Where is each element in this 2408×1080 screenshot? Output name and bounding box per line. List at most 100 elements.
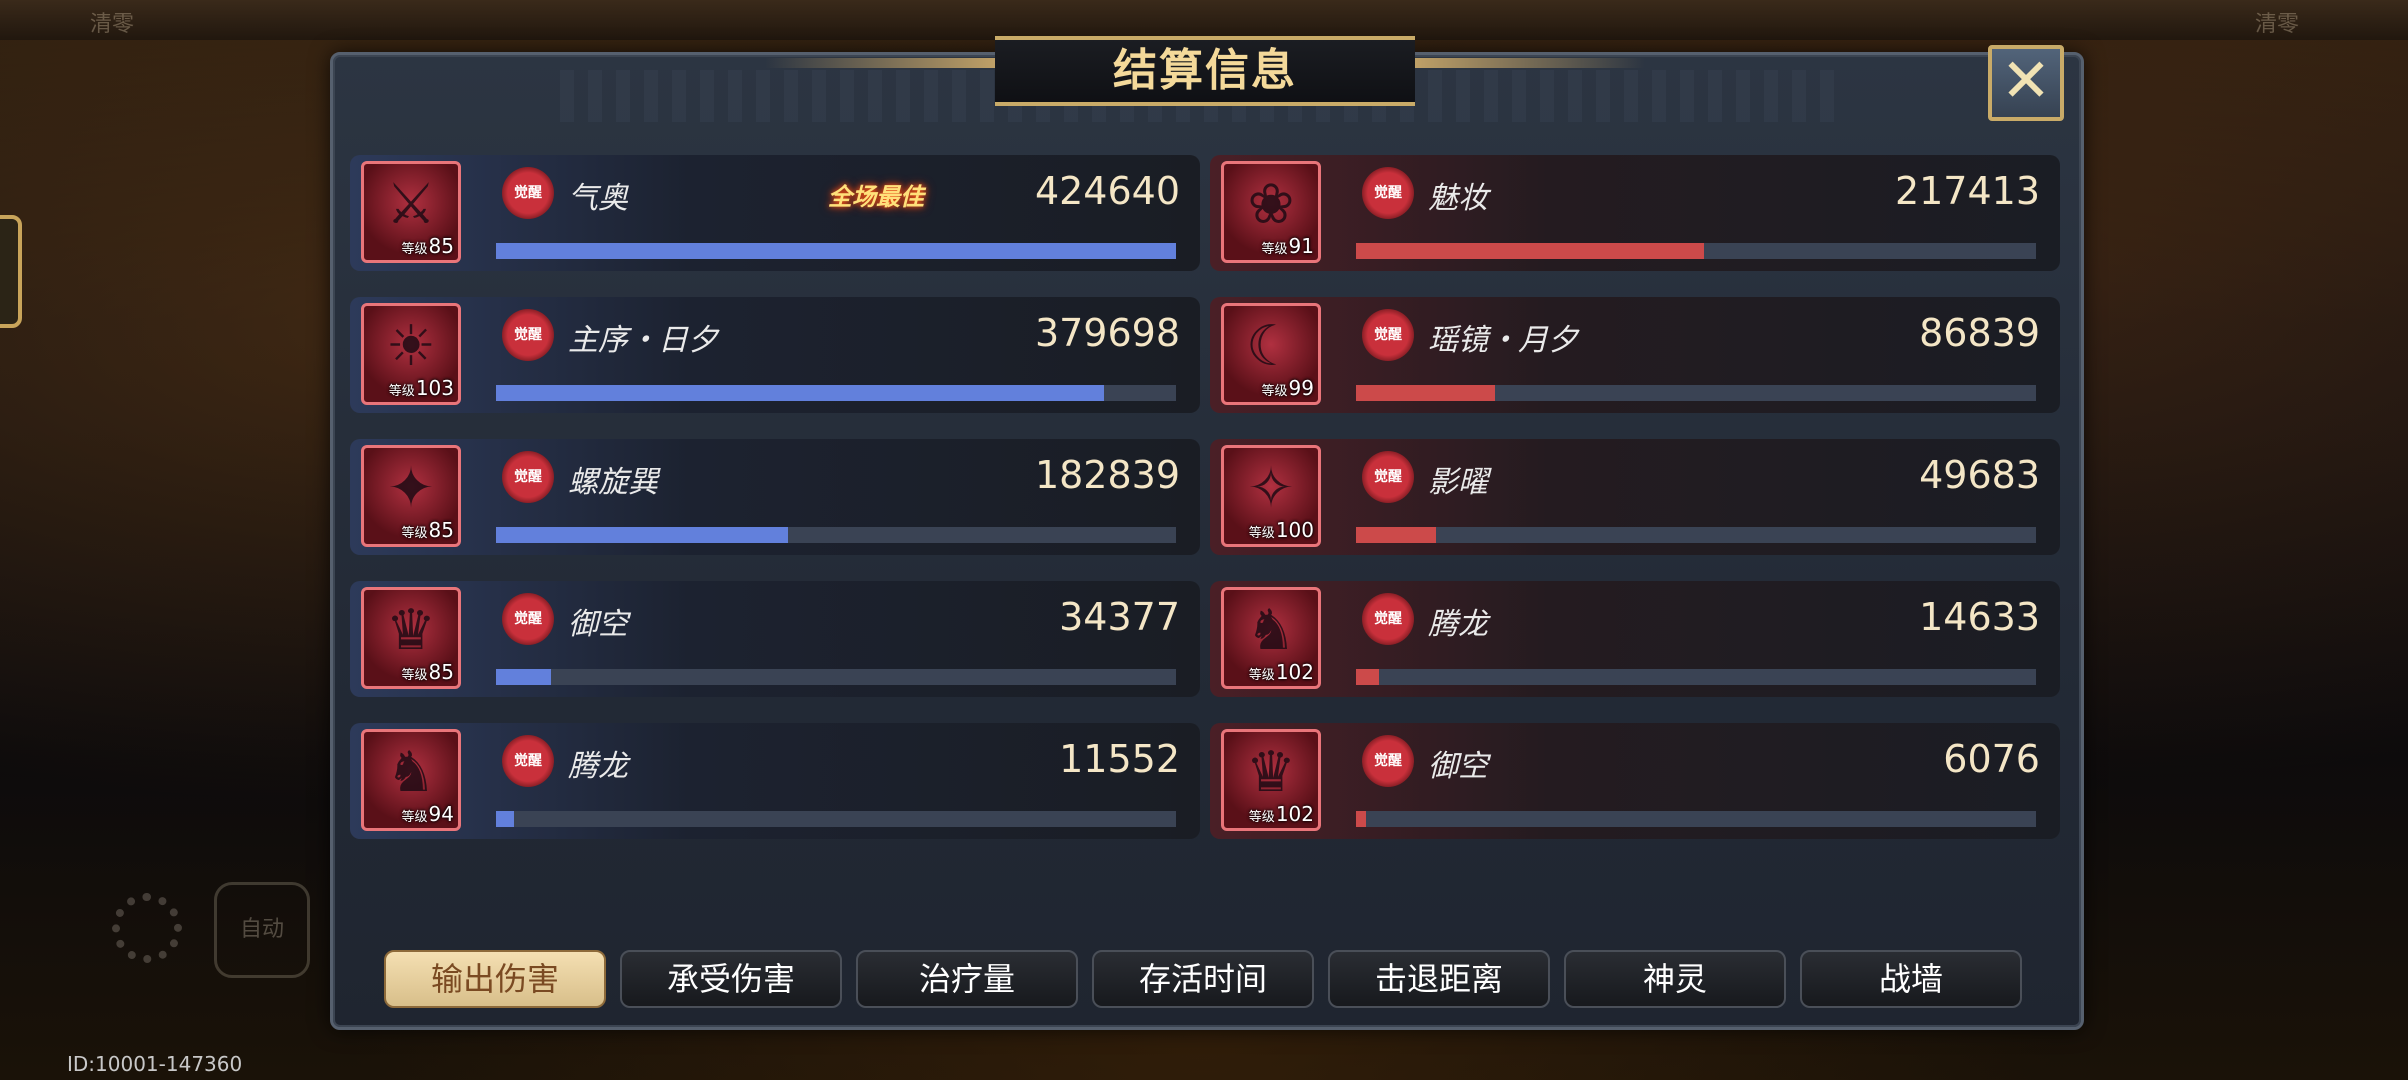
left-team-row[interactable]: ♛ 等级85 觉醒 御空 34377 xyxy=(350,581,1200,697)
awaken-badge: 觉醒 xyxy=(502,593,554,645)
damage-bar xyxy=(1356,385,2036,401)
character-portrait[interactable]: ♛ 等级102 xyxy=(1221,729,1321,831)
damage-bar-fill xyxy=(496,385,1104,401)
character-avatar-icon: ⚔ xyxy=(385,172,437,237)
character-name: 御空 xyxy=(568,607,628,642)
left-team-row[interactable]: ☀ 等级103 觉醒 主序・日夕 379698 xyxy=(350,297,1200,413)
damage-bar-fill xyxy=(1356,811,1366,827)
character-portrait[interactable]: ⚔ 等级85 xyxy=(361,161,461,263)
character-portrait[interactable]: ♛ 等级85 xyxy=(361,587,461,689)
damage-bar xyxy=(496,669,1176,685)
damage-bar-fill xyxy=(496,243,1176,259)
right-team-row[interactable]: ☾ 等级99 觉醒 瑶镜・月夕 86839 xyxy=(1210,297,2060,413)
damage-bar xyxy=(496,385,1176,401)
right-team-row[interactable]: ❀ 等级91 觉醒 魅妆 217413 xyxy=(1210,155,2060,271)
character-name: 气奥 xyxy=(568,181,628,216)
damage-value: 182839 xyxy=(1034,453,1180,497)
damage-value: 217413 xyxy=(1894,169,2040,213)
character-name: 瑶镜・月夕 xyxy=(1428,323,1578,358)
damage-bar-fill xyxy=(1356,527,1436,543)
level-label: 等级91 xyxy=(1261,234,1314,258)
best-player-tag: 全场最佳 xyxy=(828,183,924,211)
character-avatar-icon: ✧ xyxy=(1247,456,1295,521)
character-avatar-icon: ☀ xyxy=(385,314,437,379)
character-avatar-icon: ☾ xyxy=(1245,314,1297,379)
tab-4[interactable]: 击退距离 xyxy=(1328,950,1550,1008)
character-portrait[interactable]: ❀ 等级91 xyxy=(1221,161,1321,263)
character-portrait[interactable]: ✦ 等级85 xyxy=(361,445,461,547)
damage-bar-fill xyxy=(1356,669,1380,685)
awaken-badge: 觉醒 xyxy=(502,735,554,787)
page-title: 结算信息 xyxy=(1113,45,1297,96)
character-portrait[interactable]: ☾ 等级99 xyxy=(1221,303,1321,405)
side-handle[interactable] xyxy=(0,215,22,328)
top-left-label: 清零 xyxy=(90,12,135,37)
character-name: 影曜 xyxy=(1428,465,1488,500)
damage-bar-fill xyxy=(496,811,515,827)
header-wing-right xyxy=(1415,58,1645,68)
damage-value: 424640 xyxy=(1034,169,1180,213)
auto-button[interactable]: 自动 xyxy=(214,882,310,978)
damage-bar xyxy=(1356,527,2036,543)
character-name: 腾龙 xyxy=(1428,607,1488,642)
awaken-badge: 觉醒 xyxy=(1362,735,1414,787)
damage-bar xyxy=(1356,811,2036,827)
gear-icon[interactable] xyxy=(112,893,182,963)
left-team-row[interactable]: ♞ 等级94 觉醒 腾龙 11552 xyxy=(350,723,1200,839)
left-team-row[interactable]: ✦ 等级85 觉醒 螺旋巽 182839 xyxy=(350,439,1200,555)
level-label: 等级85 xyxy=(401,518,454,542)
top-right-label: 清零 xyxy=(2255,12,2300,37)
character-avatar-icon: ♛ xyxy=(385,598,437,663)
close-button[interactable]: ✕ xyxy=(1988,45,2064,121)
level-label: 等级94 xyxy=(401,802,454,826)
left-team-row[interactable]: ⚔ 等级85 觉醒 气奥 全场最佳 424640 xyxy=(350,155,1200,271)
damage-value: 86839 xyxy=(1919,311,2040,355)
tab-6[interactable]: 战墙 xyxy=(1800,950,2022,1008)
damage-value: 6076 xyxy=(1943,737,2040,781)
character-avatar-icon: ♞ xyxy=(1245,598,1297,663)
character-portrait[interactable]: ☀ 等级103 xyxy=(361,303,461,405)
damage-bar-fill xyxy=(1356,385,1495,401)
right-team-row[interactable]: ♛ 等级102 觉醒 御空 6076 xyxy=(1210,723,2060,839)
character-portrait[interactable]: ♞ 等级102 xyxy=(1221,587,1321,689)
damage-bar xyxy=(1356,669,2036,685)
damage-value: 49683 xyxy=(1919,453,2040,497)
awaken-badge: 觉醒 xyxy=(1362,593,1414,645)
character-portrait[interactable]: ♞ 等级94 xyxy=(361,729,461,831)
header-wing-left xyxy=(765,58,995,68)
character-avatar-icon: ✦ xyxy=(387,456,435,521)
damage-value: 379698 xyxy=(1034,311,1180,355)
character-avatar-icon: ♞ xyxy=(385,740,437,805)
damage-bar-fill xyxy=(496,527,789,543)
tab-0[interactable]: 输出伤害 xyxy=(384,950,606,1008)
damage-value: 14633 xyxy=(1919,595,2040,639)
awaken-badge: 觉醒 xyxy=(502,167,554,219)
tab-1[interactable]: 承受伤害 xyxy=(620,950,842,1008)
damage-bar xyxy=(496,527,1176,543)
character-name: 螺旋巽 xyxy=(568,465,658,500)
damage-bar-fill xyxy=(496,669,552,685)
awaken-badge: 觉醒 xyxy=(1362,167,1414,219)
character-name: 腾龙 xyxy=(568,749,628,784)
damage-bar xyxy=(496,811,1176,827)
level-label: 等级85 xyxy=(401,234,454,258)
character-portrait[interactable]: ✧ 等级100 xyxy=(1221,445,1321,547)
character-name: 主序・日夕 xyxy=(568,323,718,358)
player-id: ID:10001-147360 xyxy=(67,1052,243,1076)
awaken-badge: 觉醒 xyxy=(502,309,554,361)
character-name: 御空 xyxy=(1428,749,1488,784)
right-team-row[interactable]: ♞ 等级102 觉醒 腾龙 14633 xyxy=(1210,581,2060,697)
level-label: 等级103 xyxy=(388,376,454,400)
character-name: 魅妆 xyxy=(1428,181,1488,216)
damage-bar-fill xyxy=(1356,243,1705,259)
level-label: 等级102 xyxy=(1248,802,1314,826)
tab-2[interactable]: 治疗量 xyxy=(856,950,1078,1008)
character-avatar-icon: ❀ xyxy=(1247,172,1295,237)
right-team-row[interactable]: ✧ 等级100 觉醒 影曜 49683 xyxy=(1210,439,2060,555)
tab-3[interactable]: 存活时间 xyxy=(1092,950,1314,1008)
awaken-badge: 觉醒 xyxy=(502,451,554,503)
tab-5[interactable]: 神灵 xyxy=(1564,950,1786,1008)
damage-value: 11552 xyxy=(1059,737,1180,781)
panel-header: 结算信息 xyxy=(765,28,1645,114)
damage-bar xyxy=(1356,243,2036,259)
